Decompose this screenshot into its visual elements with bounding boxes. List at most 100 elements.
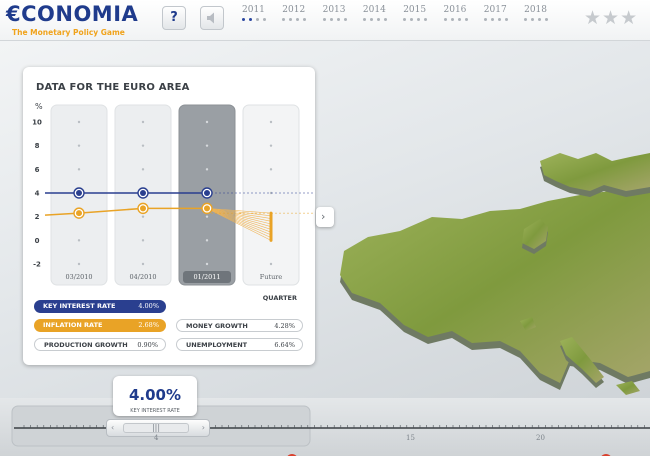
quarter-column	[242, 104, 300, 286]
year-label: 2017	[483, 5, 507, 15]
quarter-dot	[524, 18, 528, 21]
grid-dot	[141, 239, 145, 242]
grid-dot	[205, 215, 209, 218]
quarter-dot	[329, 18, 333, 21]
data-point-core	[204, 190, 210, 196]
quarter-dot	[545, 18, 549, 21]
grid-dot	[269, 120, 273, 124]
quarter-dot	[417, 18, 421, 21]
expand-panel-button[interactable]: ›	[316, 207, 334, 227]
year-item: 2014	[362, 5, 403, 21]
chevron-right-icon[interactable]: ›	[202, 423, 205, 432]
rating-stars: ★★★	[584, 7, 638, 29]
indicator-value: 4.28%	[274, 322, 295, 330]
grid-dot	[205, 262, 209, 266]
quarter-label: Future	[260, 273, 283, 281]
quarter-label: 04/2010	[129, 273, 156, 281]
grid-dot	[77, 239, 81, 242]
year-label: 2016	[443, 5, 467, 15]
y-tick-label: 4	[35, 190, 40, 198]
indicator-value: 4.00%	[138, 302, 159, 310]
indicator-value: 2.68%	[138, 321, 159, 329]
grip-icon: |||	[151, 423, 161, 432]
speaker-icon	[207, 12, 214, 24]
quarter-dot	[249, 18, 252, 21]
data-point-core	[204, 205, 210, 212]
quarter-dot	[303, 18, 307, 21]
slider-handle[interactable]: |||	[123, 423, 189, 433]
grid-dot	[77, 262, 81, 266]
indicator-label: KEY INTEREST RATE	[43, 302, 116, 310]
production-growth-indicator[interactable]: PRODUCTION GROWTH 0.90%	[34, 338, 166, 351]
logo-tagline: The Monetary Policy Game	[12, 28, 125, 37]
grid-dot	[77, 120, 81, 124]
indicator-label: UNEMPLOYMENT	[186, 341, 248, 349]
quarter-dot	[538, 18, 542, 21]
grid-dot	[141, 262, 145, 266]
quarter-dot	[343, 18, 347, 21]
indicator-value: 6.64%	[274, 341, 295, 349]
quarter-dot	[376, 18, 380, 21]
grid-dot	[141, 144, 145, 147]
quarter-dot	[296, 18, 300, 21]
grid-dot	[205, 144, 209, 147]
year-label: 2015	[403, 5, 427, 15]
data-point-core	[76, 190, 82, 196]
timeline-ruler	[11, 405, 650, 456]
grid-dot	[77, 168, 81, 171]
quarter-dot	[322, 18, 326, 21]
euro-area-chart: % 03/2010 04/2010 01/2011 Future 10 8 6 4 2 0 -2 QUA…	[32, 102, 313, 302]
quarter-dot	[497, 18, 501, 21]
grid-dot	[205, 120, 209, 124]
year-item: 2013	[322, 5, 363, 21]
top-bar: €CONOMIA The Monetary Policy Game ? 2011…	[0, 0, 650, 41]
logo-text: €CONOMIA	[6, 2, 139, 26]
grid-dot	[269, 144, 273, 147]
chevron-left-icon[interactable]: ‹	[111, 423, 114, 432]
quarter-dot	[457, 18, 461, 21]
x-axis-title: QUARTER	[263, 294, 297, 302]
chevron-right-icon: ›	[321, 210, 326, 223]
year-label: 2013	[322, 5, 346, 15]
year-label: 2011	[242, 5, 265, 15]
euro-area-data-panel: DATA FOR THE EURO AREA % 03/2010 04/2010 01…	[23, 67, 315, 365]
data-point-core	[76, 210, 82, 217]
quarter-dot	[450, 18, 454, 21]
quarter-dot	[531, 18, 535, 21]
help-button[interactable]: ?	[162, 6, 186, 30]
quarter-dot	[263, 18, 266, 21]
timeline-tick-label: 15	[406, 434, 415, 442]
timeline-tick-label: 4	[154, 434, 159, 442]
quarter-dot	[289, 18, 293, 21]
quarter-dot	[369, 18, 373, 21]
data-point-core	[140, 205, 146, 212]
quarter-dot	[410, 18, 414, 21]
quarter-dot	[490, 18, 494, 21]
quarter-dot	[383, 18, 387, 21]
key-rate-readout: 4.00% KEY INTEREST RATE	[113, 376, 197, 416]
economia-logo[interactable]: €CONOMIA The Monetary Policy Game	[4, 2, 138, 38]
y-axis-unit: %	[35, 102, 43, 111]
grid-dot	[205, 239, 209, 242]
timeline-tick-label: 20	[536, 434, 545, 442]
y-tick-label: 2	[35, 213, 40, 221]
star-icon: ★	[602, 7, 621, 29]
year-item: 2017	[483, 5, 524, 21]
data-point-core	[140, 190, 146, 196]
quarter-label: 03/2010	[65, 273, 92, 281]
unemployment-indicator[interactable]: UNEMPLOYMENT 6.64%	[176, 338, 303, 351]
indicator-label: MONEY GROWTH	[186, 322, 248, 330]
quarter-dot	[242, 18, 245, 21]
quarter-dot	[256, 18, 259, 21]
inflation-rate-indicator[interactable]: INFLATION RATE 2.68%	[34, 319, 166, 332]
year-label: 2014	[362, 5, 386, 15]
year-item: 2011	[242, 5, 282, 21]
grid-dot	[205, 168, 209, 171]
grid-dot	[77, 144, 81, 147]
year-label: 2012	[282, 5, 306, 15]
quarter-dot	[336, 18, 340, 21]
money-growth-indicator[interactable]: MONEY GROWTH 4.28%	[176, 319, 303, 332]
key-interest-rate-indicator[interactable]: KEY INTEREST RATE 4.00%	[34, 300, 166, 313]
quarter-dot	[403, 18, 407, 21]
sound-toggle-button[interactable]	[200, 6, 224, 30]
